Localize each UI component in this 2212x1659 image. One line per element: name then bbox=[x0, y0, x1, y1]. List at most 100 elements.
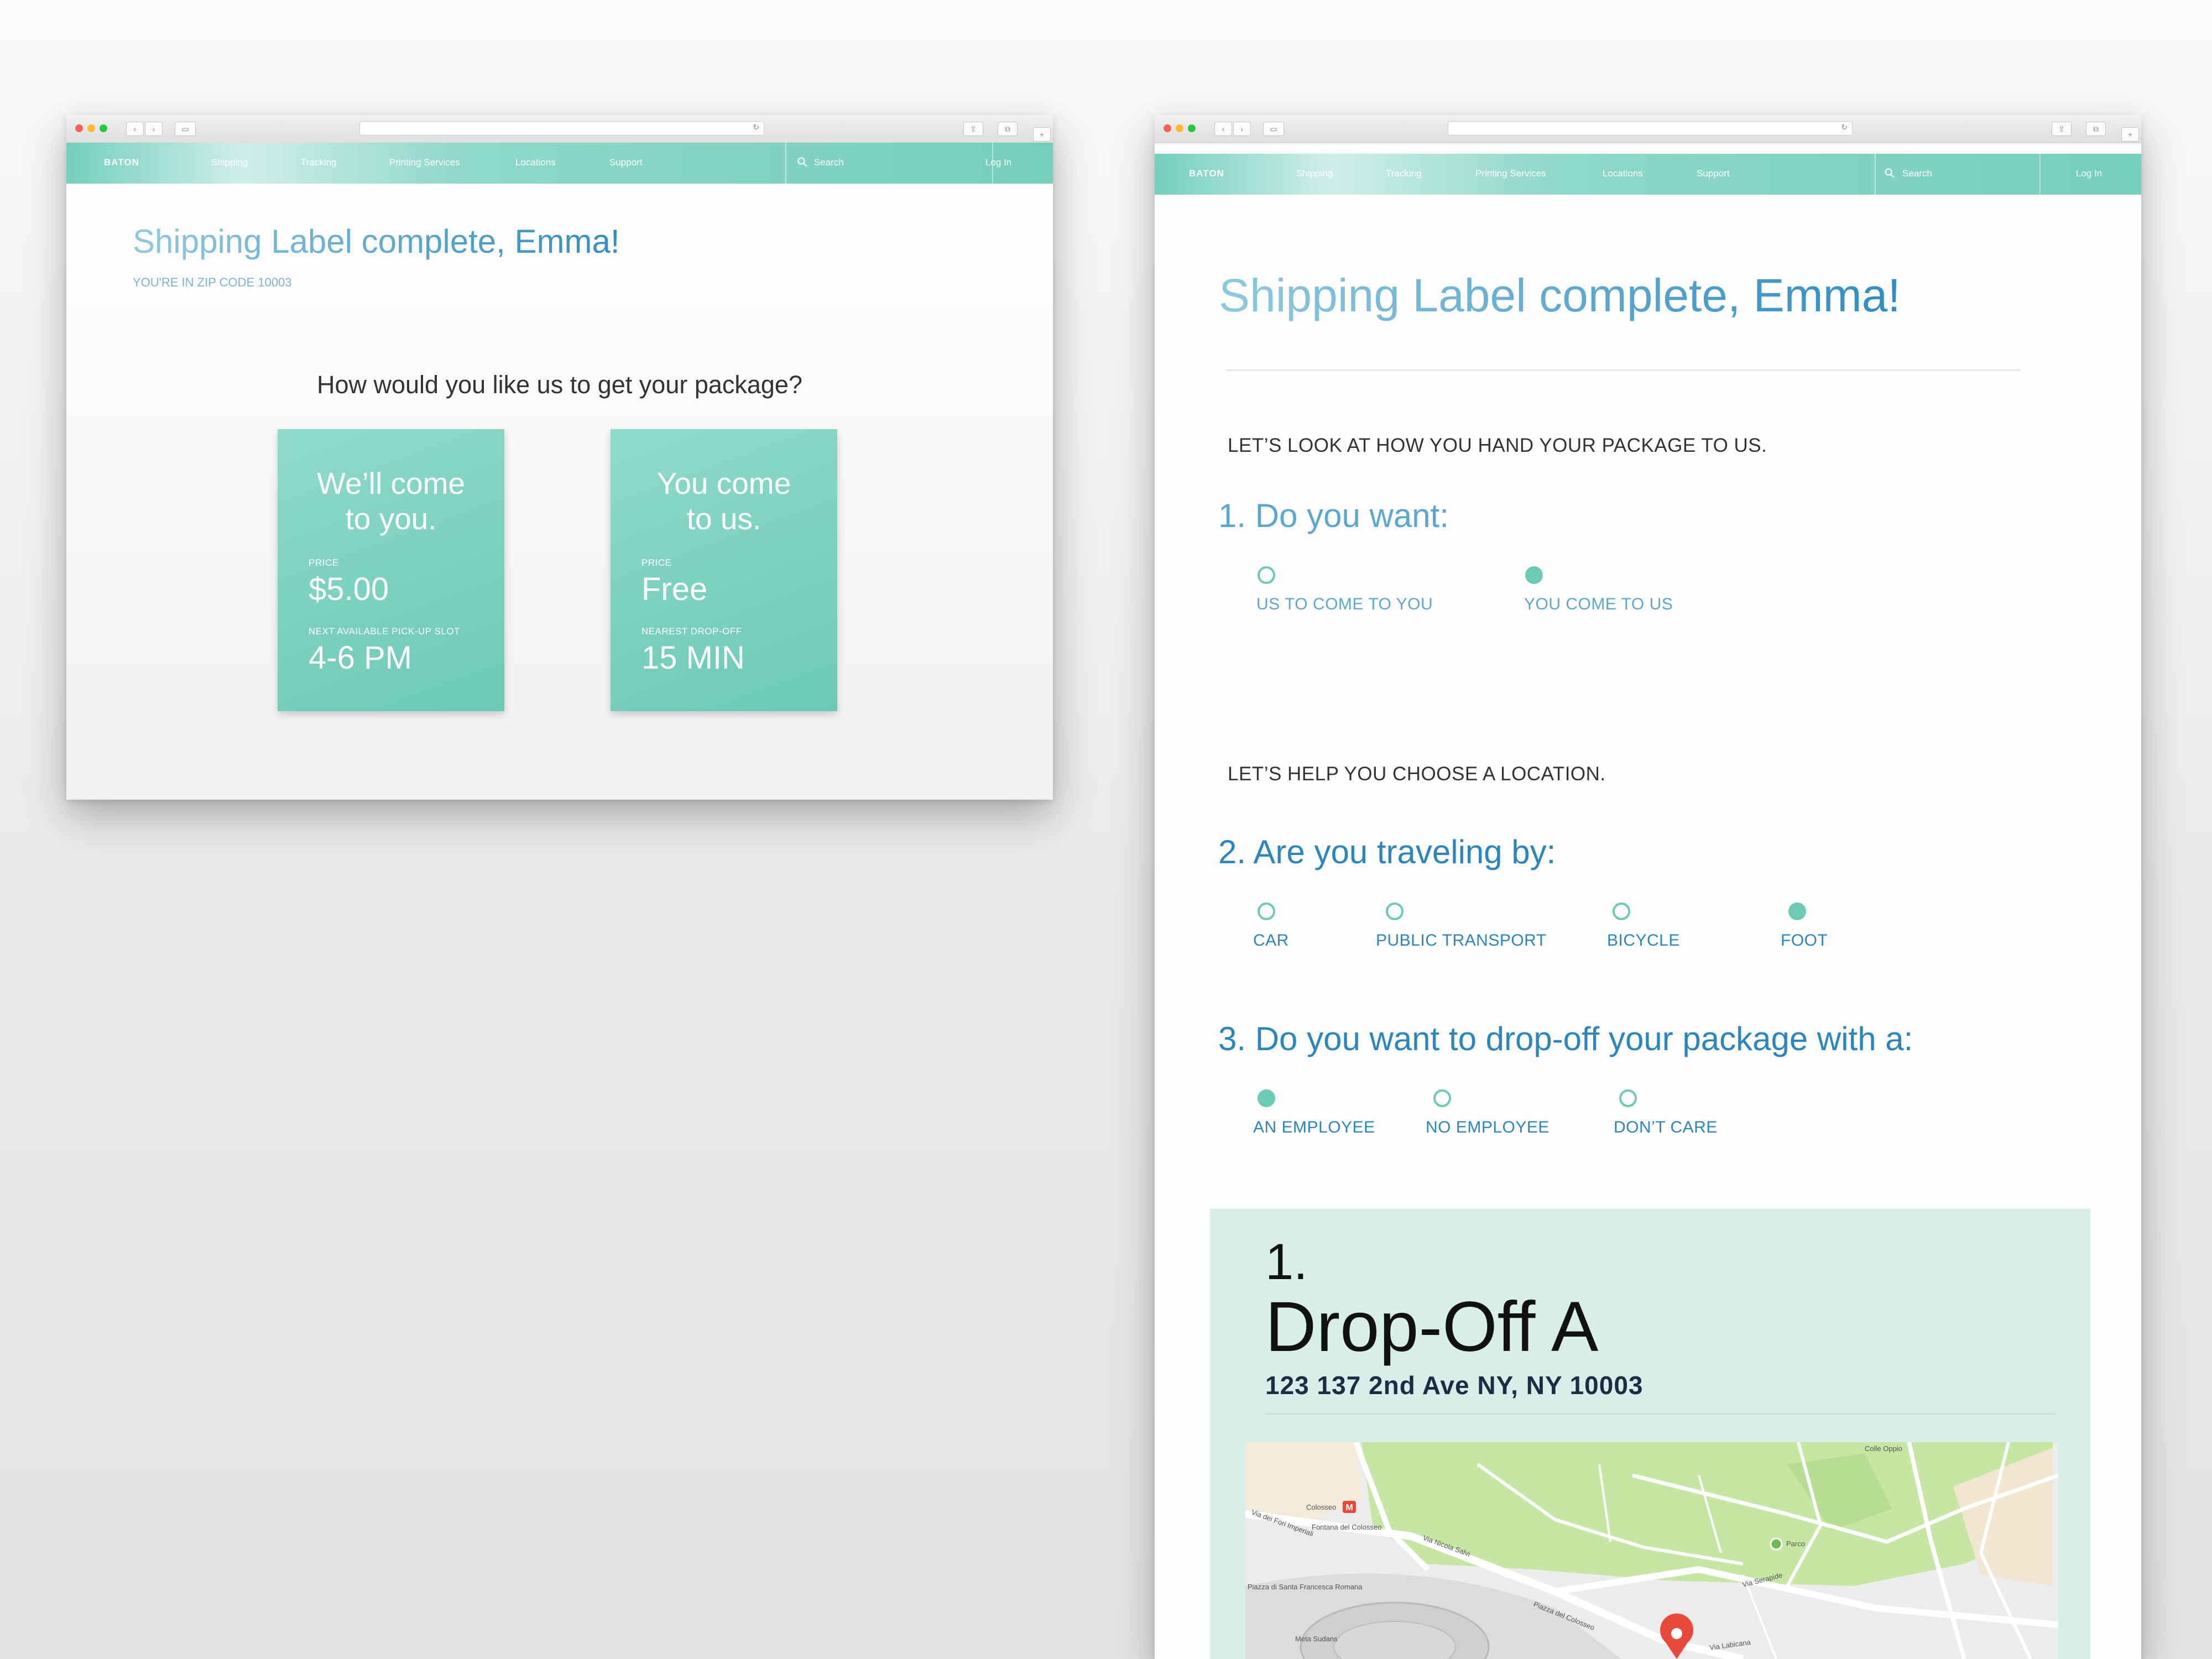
tabs-button[interactable]: ⧉ bbox=[2086, 122, 2106, 136]
card-slot-label: NEAREST DROP-OFF bbox=[641, 626, 742, 637]
radio-label: US TO COME TO YOU bbox=[1256, 595, 1433, 613]
close-window-button[interactable] bbox=[75, 124, 83, 132]
option-card-dropoff[interactable]: You come to us. PRICE Free NEAREST DROP-… bbox=[611, 429, 837, 711]
nav-printing-services[interactable]: Printing Services bbox=[1475, 168, 1546, 179]
zip-code-note: YOU'RE IN ZIP CODE 10003 bbox=[133, 275, 292, 289]
tabs-button[interactable]: ⧉ bbox=[998, 122, 1018, 136]
radio-button[interactable] bbox=[1386, 902, 1404, 920]
nav-search[interactable]: Search bbox=[814, 157, 844, 168]
radio-button-selected[interactable] bbox=[1258, 1089, 1275, 1107]
reload-icon[interactable]: ↻ bbox=[1841, 123, 1848, 132]
share-button[interactable]: ⇪ bbox=[963, 122, 983, 136]
site-navbar: BATON Shipping Tracking Printing Service… bbox=[66, 143, 1053, 184]
radio-button[interactable] bbox=[1258, 566, 1275, 584]
nav-printing-services[interactable]: Printing Services bbox=[389, 157, 460, 168]
radio-label: AN EMPLOYEE bbox=[1253, 1118, 1375, 1136]
radio-button[interactable] bbox=[1433, 1089, 1451, 1107]
forward-button[interactable]: › bbox=[145, 122, 163, 136]
nav-login[interactable]: Log In bbox=[985, 157, 1011, 168]
sidebar-toggle-button[interactable]: ▭ bbox=[1263, 122, 1284, 136]
address-bar[interactable]: ↻ bbox=[1448, 121, 1853, 135]
radio-label: FOOT bbox=[1781, 931, 1828, 950]
radio-label: NO EMPLOYEE bbox=[1426, 1118, 1550, 1136]
radio-label: CAR bbox=[1253, 931, 1289, 950]
question-handoff-heading: 1. Do you want: bbox=[1218, 497, 1449, 534]
radio-button[interactable] bbox=[1613, 902, 1630, 920]
nav-divider bbox=[1875, 154, 1876, 195]
card-slot-label: NEXT AVAILABLE PICK-UP SLOT bbox=[309, 626, 460, 637]
nav-locations[interactable]: Locations bbox=[1603, 168, 1643, 179]
map-label: Parco bbox=[1786, 1540, 1805, 1548]
nav-support[interactable]: Support bbox=[609, 157, 643, 168]
nav-shipping[interactable]: Shipping bbox=[1296, 168, 1333, 179]
park-icon bbox=[1770, 1537, 1783, 1551]
address-bar[interactable]: ↻ bbox=[359, 121, 764, 135]
reload-icon[interactable]: ↻ bbox=[753, 123, 759, 132]
card-price: $5.00 bbox=[309, 571, 389, 607]
section-heading-location: LET’S HELP YOU CHOOSE A LOCATION. bbox=[1228, 763, 1606, 785]
metro-icon: M bbox=[1343, 1501, 1356, 1513]
share-button[interactable]: ⇪ bbox=[2052, 122, 2072, 136]
minimize-window-button[interactable] bbox=[87, 124, 95, 132]
card-title-line: You come bbox=[656, 466, 791, 500]
map-label: Fontana del Colosseo bbox=[1312, 1523, 1381, 1531]
nav-divider bbox=[2039, 154, 2041, 195]
nav-shipping[interactable]: Shipping bbox=[211, 157, 248, 168]
card-title-line: We’ll come bbox=[317, 466, 465, 500]
radio-button-selected[interactable] bbox=[1525, 566, 1543, 584]
card-price-label: PRICE bbox=[641, 557, 672, 568]
card-slot: 15 MIN bbox=[641, 640, 745, 676]
dropoff-location-card[interactable]: 1. Drop-Off A 123 137 2nd Ave NY, NY 100… bbox=[1210, 1209, 2090, 1659]
radio-button-selected[interactable] bbox=[1788, 902, 1806, 920]
zoom-window-button[interactable] bbox=[100, 124, 107, 132]
radio-label: DON’T CARE bbox=[1614, 1118, 1718, 1136]
close-window-button[interactable] bbox=[1164, 124, 1171, 132]
question-travel-heading: 2. Are you traveling by: bbox=[1218, 833, 1556, 870]
card-divider bbox=[1265, 1413, 2056, 1415]
nav-login[interactable]: Log In bbox=[2076, 168, 2102, 179]
card-title: You come to us. bbox=[611, 466, 837, 536]
nav-search[interactable]: Search bbox=[1902, 168, 1932, 179]
brand-logo[interactable]: BATON bbox=[1189, 168, 1224, 179]
sidebar-toggle-button[interactable]: ▭ bbox=[175, 122, 196, 136]
radio-label: BICYCLE bbox=[1607, 931, 1680, 950]
option-card-pickup[interactable]: We’ll come to you. PRICE $5.00 NEXT AVAI… bbox=[278, 429, 504, 711]
minimize-window-button[interactable] bbox=[1176, 124, 1183, 132]
site-navbar: BATON Shipping Tracking Printing Service… bbox=[1155, 154, 2141, 195]
nav-support[interactable]: Support bbox=[1697, 168, 1730, 179]
back-button[interactable]: ‹ bbox=[126, 122, 144, 136]
map-label: Piazza di Santa Francesca Romana bbox=[1248, 1583, 1363, 1591]
forward-button[interactable]: › bbox=[1233, 122, 1251, 136]
browser-window-location-form: ‹ › ▭ ↻ ⇪ ⧉ + BATON Shipping Tracking Pr… bbox=[1155, 115, 2141, 1659]
nav-locations[interactable]: Locations bbox=[515, 157, 556, 168]
nav-tracking[interactable]: Tracking bbox=[301, 157, 337, 168]
nav-divider bbox=[785, 143, 786, 184]
card-title: We’ll come to you. bbox=[278, 466, 504, 536]
page-title: Shipping Label complete, Emma! bbox=[133, 223, 620, 260]
radio-label: PUBLIC TRANSPORT bbox=[1376, 931, 1547, 950]
map-label: Meta Sudans bbox=[1295, 1635, 1338, 1643]
title-divider bbox=[1227, 369, 2021, 371]
radio-button[interactable] bbox=[1258, 902, 1275, 920]
dropoff-address: 123 137 2nd Ave NY, NY 10003 bbox=[1265, 1371, 1644, 1400]
back-button[interactable]: ‹ bbox=[1214, 122, 1232, 136]
location-map[interactable]: M Colosseo Fontana del Colosseo Piazza d… bbox=[1245, 1442, 2058, 1659]
question-employee-heading: 3. Do you want to drop-off your package … bbox=[1218, 1020, 1913, 1057]
card-price: Free bbox=[641, 571, 708, 607]
zoom-window-button[interactable] bbox=[1188, 124, 1196, 132]
section-heading-handoff: LET’S LOOK AT HOW YOU HAND YOUR PACKAGE … bbox=[1228, 435, 1767, 456]
brand-logo[interactable]: BATON bbox=[104, 157, 139, 168]
card-title-line: to us. bbox=[686, 502, 761, 536]
svg-text:M: M bbox=[1345, 1503, 1353, 1512]
search-icon[interactable] bbox=[1885, 168, 1895, 181]
map-label: Colle Oppio bbox=[1865, 1444, 1902, 1453]
new-tab-button[interactable]: + bbox=[2121, 127, 2139, 142]
search-icon[interactable] bbox=[797, 157, 807, 170]
new-tab-button[interactable]: + bbox=[1033, 127, 1051, 142]
radio-button[interactable] bbox=[1619, 1089, 1637, 1107]
nav-tracking[interactable]: Tracking bbox=[1386, 168, 1422, 179]
page-title: Shipping Label complete, Emma! bbox=[1219, 269, 1901, 321]
dropoff-rank: 1. bbox=[1265, 1234, 1308, 1290]
radio-label: YOU COME TO US bbox=[1524, 595, 1673, 613]
browser-chrome: ‹ › ▭ ↻ ⇪ ⧉ + bbox=[1155, 115, 2141, 143]
